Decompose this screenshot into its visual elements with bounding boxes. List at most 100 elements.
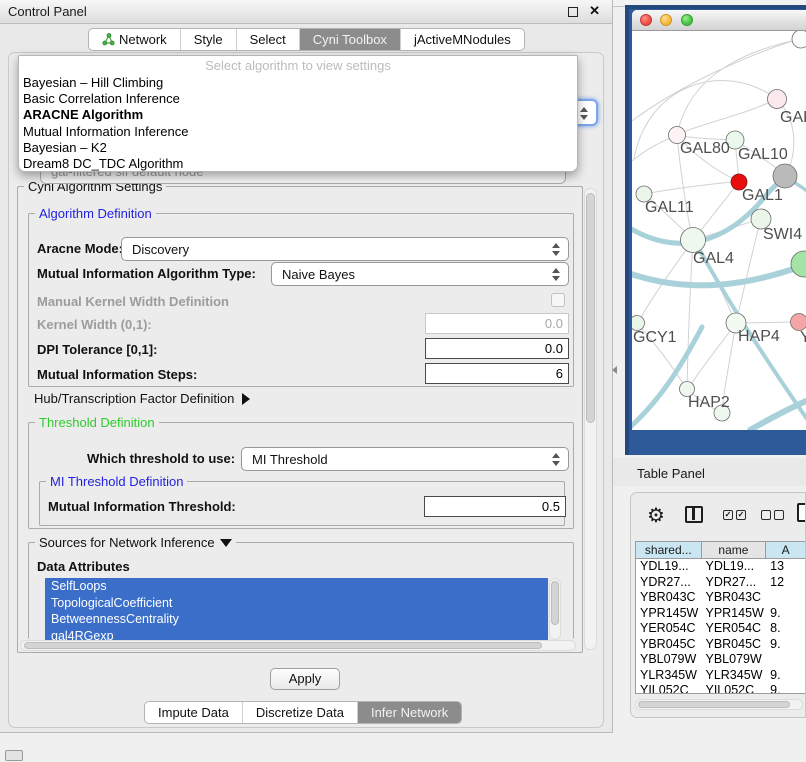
column-header-name[interactable]: name [702, 542, 767, 558]
hub-tf-definition-label: Hub/Transcription Factor Definition [34, 391, 234, 406]
control-panel-titlebar: Control Panel ✕ [0, 0, 612, 24]
hub-tf-definition-expander[interactable]: Hub/Transcription Factor Definition [34, 391, 250, 406]
close-icon[interactable]: ✕ [589, 3, 600, 19]
combo-spinner-icon [551, 452, 560, 467]
aracne-mode-combo[interactable]: Discovery [121, 237, 569, 261]
data-attributes-list: SelfLoops TopologicalCoefficient Between… [45, 578, 548, 640]
table-row[interactable]: YBL079WYBL079W [636, 652, 806, 668]
tab-style[interactable]: Style [181, 29, 237, 50]
list-item[interactable]: BetweennessCentrality [45, 611, 548, 628]
table-row[interactable]: YDL19...YDL19...13 [636, 559, 806, 575]
node-label: GAL4 [693, 250, 734, 267]
node-pink[interactable] [791, 314, 806, 331]
node-gray[interactable] [773, 164, 797, 188]
menu-item[interactable]: Bayesian – K2 [23, 140, 107, 155]
float-window-icon[interactable] [568, 7, 578, 17]
table-horizontal-scrollbar[interactable] [635, 699, 803, 710]
scrollbar-thumb[interactable] [638, 701, 790, 708]
file-icon[interactable] [797, 503, 806, 522]
dpi-tolerance-label: DPI Tolerance [0,1]: [37, 342, 157, 357]
which-threshold-label: Which threshold to use: [87, 451, 235, 466]
control-panel-title: Control Panel [8, 4, 87, 19]
algorithm-dropdown-popup: Select algorithm to view settings Bayesi… [18, 55, 578, 172]
tab-impute-data[interactable]: Impute Data [145, 702, 243, 723]
dock-panel-button[interactable] [5, 750, 23, 761]
scrollbar-thumb[interactable] [551, 581, 559, 625]
minimize-traffic-light-icon[interactable] [660, 14, 672, 26]
table-row[interactable]: YLR345WYLR345W9. [636, 668, 806, 684]
settings-vertical-scrollbar[interactable] [584, 188, 597, 650]
scrollbar-thumb[interactable] [586, 193, 595, 423]
node[interactable] [768, 90, 787, 109]
close-traffic-light-icon[interactable] [640, 14, 652, 26]
threshold-definition-group: Threshold Definition Which threshold to … [28, 422, 574, 529]
attribute-table: shared... name A YDL19...YDL19...13 YDR2… [635, 541, 806, 694]
node-label: GAL11 [645, 199, 694, 216]
unchecked-columns-icon[interactable] [761, 510, 784, 520]
tab-infer-network[interactable]: Infer Network [358, 702, 461, 723]
which-threshold-combo[interactable]: MI Threshold [241, 447, 569, 471]
dpi-tolerance-field[interactable]: 0.0 [425, 338, 569, 359]
kernel-width-field[interactable]: 0.0 [425, 313, 569, 334]
node-label: GAL1 [742, 187, 783, 204]
tab-jactivemnodules[interactable]: jActiveMNodules [401, 29, 524, 50]
algorithm-definition-title: Algorithm Definition [35, 206, 156, 221]
checked-columns-icon[interactable]: ✓ ✓ [723, 510, 746, 520]
column-header-partial[interactable]: A [766, 542, 806, 558]
list-item[interactable]: SelfLoops [45, 578, 548, 595]
combo-spinner-icon [551, 242, 560, 257]
node-label: GAL80 [680, 140, 730, 157]
menu-item[interactable]: Bayesian – Hill Climbing [23, 75, 163, 90]
node[interactable] [792, 31, 806, 48]
threshold-definition-title: Threshold Definition [35, 415, 159, 430]
split-view-icon[interactable] [685, 506, 703, 523]
table-row[interactable]: YDR27...YDR27...12 [636, 575, 806, 591]
tab-discretize-data[interactable]: Discretize Data [243, 702, 358, 723]
unchecked-box-icon [761, 510, 771, 520]
list-item[interactable]: gal4RGexp [45, 628, 548, 641]
node-gal4[interactable] [681, 228, 706, 253]
table-row[interactable]: YBR043CYBR043C [636, 590, 806, 606]
list-item[interactable]: TopologicalCoefficient [45, 595, 548, 612]
data-attributes-label: Data Attributes [37, 559, 130, 574]
unchecked-box-icon [774, 510, 784, 520]
table-row[interactable]: YBR045CYBR045C9. [636, 637, 806, 653]
attributes-list-scrollbar[interactable] [549, 578, 561, 640]
menu-item-aracne[interactable]: ARACNE Algorithm [23, 107, 143, 122]
table-row[interactable]: YPR145WYPR145W9. [636, 606, 806, 622]
manual-kernel-width-checkbox[interactable] [551, 293, 565, 307]
tab-cyni-toolbox[interactable]: Cyni Toolbox [300, 29, 401, 50]
control-panel-tabbar: Network Style Select Cyni Toolbox jActiv… [88, 28, 525, 51]
table-row[interactable]: YER054CYER054C8. [636, 621, 806, 637]
node-label: HAP2 [688, 394, 730, 411]
mi-threshold-label: Mutual Information Threshold: [48, 499, 236, 514]
gear-icon[interactable]: ⚙ [647, 503, 665, 528]
mi-threshold-definition-title: MI Threshold Definition [46, 474, 187, 489]
mi-type-combo[interactable]: Naive Bayes [271, 262, 569, 286]
checked-box-icon: ✓ [723, 510, 733, 520]
apply-button[interactable]: Apply [270, 668, 340, 690]
sources-expander[interactable]: Sources for Network Inference [35, 535, 236, 550]
mi-steps-field[interactable]: 6 [425, 363, 569, 384]
node-green[interactable] [791, 251, 806, 277]
cyni-algorithm-settings-group: Cyni Algorithm Settings Algorithm Defini… [17, 186, 583, 653]
column-header-shared-name[interactable]: shared... [636, 542, 702, 558]
network-graph: GAL GAL80 GAL10 GAL1 GAL11 SWI4 GAL4 GCY… [632, 31, 806, 430]
node-label: GAL [780, 109, 806, 126]
settings-horizontal-scrollbar[interactable] [20, 640, 576, 651]
network-canvas[interactable]: GAL GAL80 GAL10 GAL1 GAL11 SWI4 GAL4 GCY… [632, 31, 806, 430]
tab-network[interactable]: Network [89, 29, 181, 50]
expander-collapsed-icon [242, 393, 250, 405]
zoom-traffic-light-icon[interactable] [681, 14, 693, 26]
scrollbar-thumb[interactable] [24, 642, 542, 649]
tab-select[interactable]: Select [237, 29, 300, 50]
menu-item[interactable]: Basic Correlation Inference [23, 91, 180, 106]
screen: Control Panel ✕ Network Style Select Cyn… [0, 0, 806, 762]
aracne-mode-label: Aracne Mode: [37, 241, 123, 256]
panel-splitter-handle[interactable] [612, 366, 617, 374]
node-label: GAL10 [738, 146, 788, 163]
mi-threshold-field[interactable]: 0.5 [424, 496, 566, 517]
table-row[interactable]: YIL052CYIL052C9. [636, 683, 806, 694]
menu-item[interactable]: Dream8 DC_TDC Algorithm [23, 156, 183, 171]
menu-item[interactable]: Mutual Information Inference [23, 124, 188, 139]
